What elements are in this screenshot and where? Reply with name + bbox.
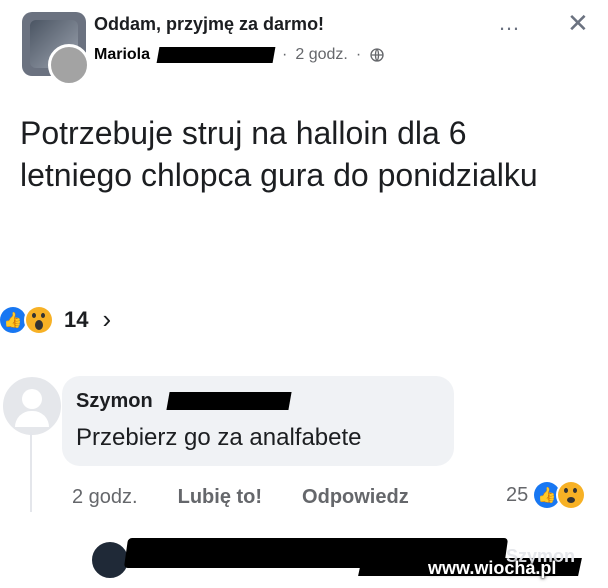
reply-button[interactable]: Odpowiedz bbox=[302, 486, 409, 509]
group-title[interactable]: Oddam, przyjmę za darmo! bbox=[94, 14, 324, 35]
like-reaction-icon: 👍 bbox=[0, 306, 26, 333]
comment-avatar[interactable] bbox=[0, 374, 64, 438]
author-avatar[interactable] bbox=[48, 44, 90, 86]
separator-dot: · bbox=[282, 46, 288, 63]
author-name[interactable]: Mariola bbox=[94, 46, 150, 64]
wow-reaction-icon bbox=[26, 306, 52, 333]
avatar-shoulders bbox=[15, 411, 49, 427]
comment-reaction-count: 25 bbox=[506, 483, 529, 506]
redaction-bar bbox=[166, 392, 292, 410]
comment-text: Przebierz go za analfabete bbox=[76, 424, 362, 451]
globe-icon bbox=[370, 48, 384, 62]
haha-reaction-icon bbox=[558, 482, 585, 508]
comment-author[interactable]: Szymon bbox=[76, 390, 153, 413]
thread-line bbox=[30, 432, 32, 512]
close-icon[interactable]: ✕ bbox=[567, 8, 589, 39]
redaction-bar bbox=[156, 47, 276, 63]
chevron-right-icon[interactable]: › bbox=[102, 304, 111, 335]
post-time[interactable]: 2 godz. bbox=[295, 46, 347, 64]
reaction-count: 14 bbox=[64, 306, 89, 332]
comment-reactions[interactable]: 25 👍 bbox=[506, 482, 585, 508]
separator-dot: · bbox=[355, 46, 362, 63]
avatar-head bbox=[22, 389, 42, 409]
author-row: Mariola · 2 godz. · bbox=[94, 46, 385, 64]
post-text: Potrzebuje struj na halloin dla 6 letnie… bbox=[20, 115, 538, 193]
like-button[interactable]: Lubię to! bbox=[178, 486, 262, 509]
watermark-text: www.wiocha.pl bbox=[428, 558, 557, 578]
comment-actions: 2 godz. Lubię to! Odpowiedz bbox=[72, 486, 409, 509]
more-options-icon[interactable]: … bbox=[498, 10, 520, 36]
comment-time[interactable]: 2 godz. bbox=[72, 486, 138, 509]
reactions-summary[interactable]: 👍 14 › bbox=[0, 304, 111, 335]
like-reaction-icon: 👍 bbox=[534, 482, 561, 508]
